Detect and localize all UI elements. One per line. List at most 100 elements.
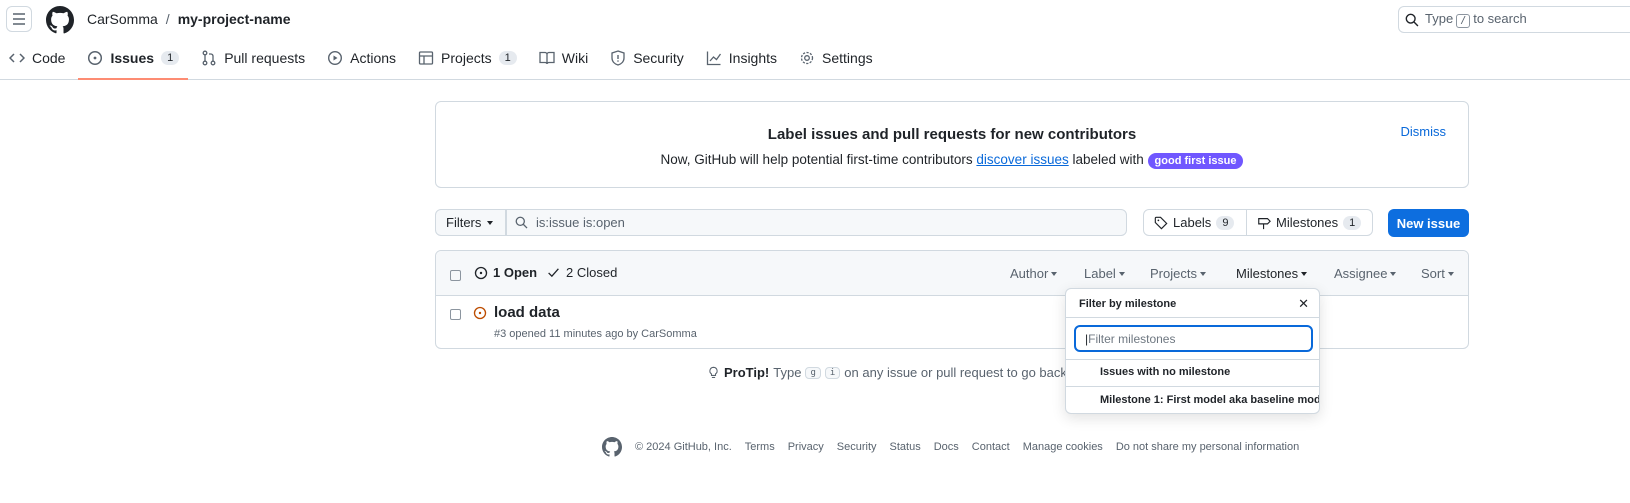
milestone-option-1[interactable]: Milestone 1: First model aka baseline mo… [1100,394,1319,406]
footer-link-status[interactable]: Status [890,441,921,453]
filter-label: Sort [1421,266,1445,281]
tab-projects[interactable]: Projects 1 [409,44,526,72]
tab-label: Settings [822,50,873,66]
filters-button[interactable]: Filters [435,209,506,236]
github-logo-icon[interactable] [602,437,622,457]
milestones-button[interactable]: Milestones 1 [1246,209,1373,236]
protip-text-pre: Type [773,365,802,380]
search-query: is:issue is:open [536,215,625,230]
repo-tabs: Code Issues 1 Pull requests Actions Proje… [0,44,886,80]
app-header: CarSomma / my-project-name Type / to searc… [0,0,1630,80]
banner-text-post: labeled with [1072,152,1144,167]
tab-security[interactable]: Security [601,44,693,72]
menu-button[interactable] [6,6,32,32]
repo-link[interactable]: my-project-name [178,11,291,27]
issues-counter: 1 [161,51,180,65]
divider [1066,386,1319,387]
protip: ProTip! Type g i on any issue or pull re… [707,365,1074,380]
issue-meta: #3 opened 11 minutes ago by CarSomma [494,328,697,340]
labels-button[interactable]: Labels 9 [1143,209,1247,236]
banner-title: Label issues and pull requests for new c… [767,126,1137,143]
sort-filter[interactable]: Sort [1421,266,1454,281]
table-icon [418,51,434,65]
select-all-checkbox[interactable] [450,270,461,281]
dismiss-button[interactable]: Dismiss [1401,124,1447,139]
search-shortcut-key: / [1456,14,1471,28]
caret-down-icon [1301,271,1308,276]
tab-insights[interactable]: Insights [697,44,786,72]
footer-link-manage-cookies[interactable]: Manage cookies [1023,441,1103,453]
tab-label: Pull requests [224,50,306,66]
tab-label: Issues [110,50,155,66]
gear-icon [800,51,814,65]
light-bulb-icon [709,366,718,378]
closed-issues-toggle[interactable]: 2 Closed [547,265,617,280]
milestones-counter: 1 [1343,215,1362,230]
git-pull-request-icon [202,50,216,66]
search-suffix: to search [1473,11,1527,26]
tab-label: Wiki [561,50,589,66]
code-icon [9,53,25,63]
label-filter[interactable]: Label [1084,266,1125,281]
author-filter[interactable]: Author [1010,266,1058,281]
check-icon [548,268,559,278]
shield-icon [611,50,625,66]
good-first-issue-label[interactable]: good first issue [1147,153,1244,169]
open-issues-toggle[interactable]: 1 Open [474,265,537,280]
projects-filter[interactable]: Projects [1150,266,1206,281]
tab-label: Actions [350,50,397,66]
protip-label: ProTip! [724,365,770,380]
milestone-option-none[interactable]: Issues with no milestone [1100,366,1319,378]
search-prefix: Type [1425,11,1454,26]
caret-down-icon [1051,271,1058,276]
close-icon[interactable]: ✕ [1298,296,1309,312]
footer-link-do-not-share[interactable]: Do not share my personal information [1116,441,1299,453]
search-icon [1405,13,1419,26]
filter-milestones-placeholder: Filter milestones [1088,331,1176,346]
tab-pull-requests[interactable]: Pull requests [192,44,314,72]
footer-link-terms[interactable]: Terms [745,441,775,453]
tab-label: Projects [441,50,492,66]
tab-code[interactable]: Code [0,44,74,72]
hamburger-icon [13,13,25,25]
milestones-filter[interactable]: Milestones [1236,266,1308,281]
filter-label: Projects [1150,266,1197,281]
labels-label: Labels [1173,215,1212,230]
footer-link-docs[interactable]: Docs [934,441,959,453]
new-issue-button[interactable]: New issue [1388,209,1469,237]
github-logo-icon[interactable] [46,6,74,34]
footer-link-security[interactable]: Security [837,441,877,453]
footer-link-privacy[interactable]: Privacy [788,441,824,453]
owner-link[interactable]: CarSomma [87,11,158,27]
issues-search-input[interactable]: is:issue is:open [506,209,1127,236]
filters-label: Filters [446,215,482,230]
tab-issues[interactable]: Issues 1 [78,44,188,80]
play-icon [328,50,343,66]
graph-icon [706,51,721,66]
caret-down-icon [487,220,494,225]
tab-actions[interactable]: Actions [318,44,405,72]
tab-settings[interactable]: Settings [790,44,882,72]
popover-header: Filter by milestone ✕ [1066,289,1319,318]
site-footer: © 2024 GitHub, Inc. Terms Privacy Securi… [602,437,1299,457]
popover-title: Filter by milestone [1079,298,1177,310]
footer-link-contact[interactable]: Contact [972,441,1010,453]
protip-key-g: g [805,366,821,379]
protip-key-i: i [824,366,841,379]
divider [1066,359,1319,360]
tab-wiki[interactable]: Wiki [530,44,597,72]
assignee-filter[interactable]: Assignee [1334,266,1397,281]
banner-text-pre: Now, GitHub will help potential first-ti… [660,152,973,167]
caret-down-icon [1447,271,1454,276]
search-icon [515,216,528,229]
issue-checkbox[interactable] [450,309,461,320]
filter-label: Author [1010,266,1049,281]
discover-issues-link[interactable]: discover issues [976,152,1068,167]
milestone-filter-popover: Filter by milestone ✕ | Filter milestones… [1065,288,1320,414]
issue-title-link[interactable]: load data [494,304,560,321]
filter-milestones-input[interactable]: | Filter milestones [1074,325,1313,352]
filter-label: Milestones [1236,266,1299,281]
caret-down-icon [1199,271,1206,276]
filter-label: Label [1084,266,1116,281]
global-search[interactable]: Type / to search [1398,6,1630,33]
